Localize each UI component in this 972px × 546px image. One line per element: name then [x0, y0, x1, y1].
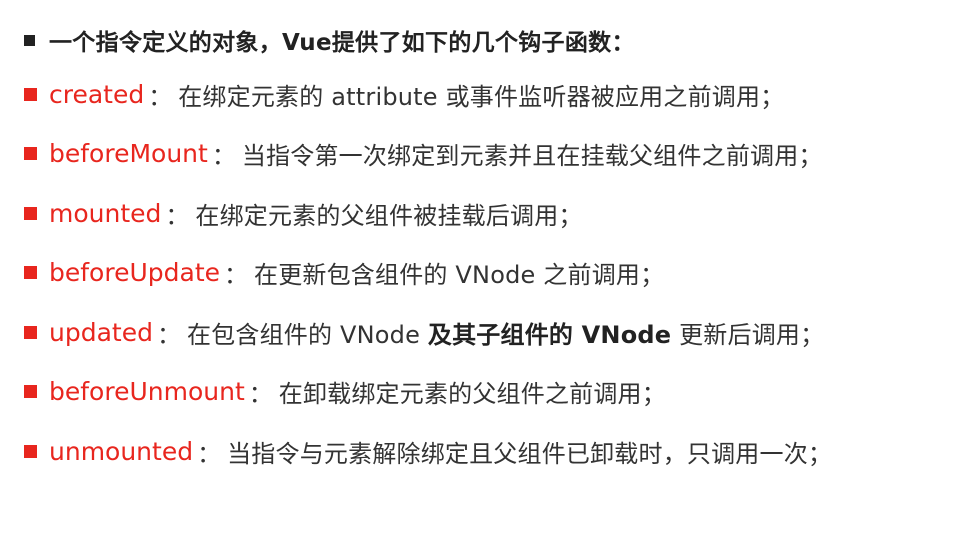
hook-description-pre: 在包含组件的 VNode [186, 320, 428, 349]
heading: 一个指令定义的对象，Vue提供了如下的几个钩子函数： [49, 30, 635, 56]
separator: ： [148, 82, 173, 111]
hook-item-updated: updated ： 在包含组件的 VNode 及其子组件的 VNode 更新后调… [24, 312, 972, 352]
separator: ： [165, 201, 190, 230]
square-bullet-icon [24, 385, 37, 399]
hook-item-unmounted: unmounted ： 当指令与元素解除绑定且父组件已卸载时，只调用一次； [24, 432, 972, 472]
hook-description: 当指令与元素解除绑定且父组件已卸载时，只调用一次； [227, 440, 833, 469]
hook-item-created: created ： 在绑定元素的 attribute 或事件监听器被应用之前调用… [24, 74, 972, 114]
separator: ： [156, 320, 181, 349]
separator: ： [248, 380, 273, 409]
hook-item-beforeunmount: beforeUnmount ： 在卸载绑定元素的父组件之前调用； [24, 372, 972, 412]
hook-description: 在卸载绑定元素的父组件之前调用； [278, 380, 666, 409]
square-bullet-icon [24, 147, 37, 161]
square-bullet-icon [24, 34, 35, 46]
hook-item-beforeupdate: beforeUpdate ： 在更新包含组件的 VNode 之前调用； [24, 253, 972, 293]
square-bullet-icon [24, 266, 37, 280]
hook-name: mounted [49, 198, 162, 228]
hook-description: 当指令第一次绑定到元素并且在挂载父组件之前调用； [241, 142, 823, 171]
separator: ： [211, 142, 236, 171]
slide: 一个指令定义的对象，Vue提供了如下的几个钩子函数： created ： 在绑定… [0, 0, 972, 546]
hook-description-bold: 及其子组件的 VNode [427, 320, 672, 349]
hook-description: 在绑定元素的 attribute 或事件监听器被应用之前调用； [178, 82, 785, 111]
hook-description: 在更新包含组件的 VNode 之前调用； [254, 261, 665, 290]
heading-row: 一个指令定义的对象，Vue提供了如下的几个钩子函数： [24, 24, 972, 56]
hook-name: updated [49, 317, 153, 347]
square-bullet-icon [24, 445, 37, 459]
hook-description: 在包含组件的 VNode 及其子组件的 VNode 更新后调用； [187, 315, 824, 350]
hook-description-post: 更新后调用； [671, 320, 825, 349]
hook-description: 在绑定元素的父组件被挂载后调用； [195, 201, 583, 230]
hook-name: beforeMount [49, 139, 208, 169]
hook-name: beforeUpdate [49, 258, 220, 288]
square-bullet-icon [24, 87, 37, 101]
hook-item-beforemount: beforeMount ： 当指令第一次绑定到元素并且在挂载父组件之前调用； [24, 134, 972, 174]
separator: ： [197, 440, 222, 469]
square-bullet-icon [24, 325, 37, 339]
hook-item-mounted: mounted ： 在绑定元素的父组件被挂载后调用； [24, 193, 972, 233]
hook-list: created ： 在绑定元素的 attribute 或事件监听器被应用之前调用… [24, 74, 972, 491]
hook-name: created [49, 79, 145, 109]
separator: ： [224, 261, 248, 290]
square-bullet-icon [24, 206, 37, 220]
hook-name: beforeUnmount [49, 377, 245, 407]
hook-name: unmounted [49, 437, 194, 467]
